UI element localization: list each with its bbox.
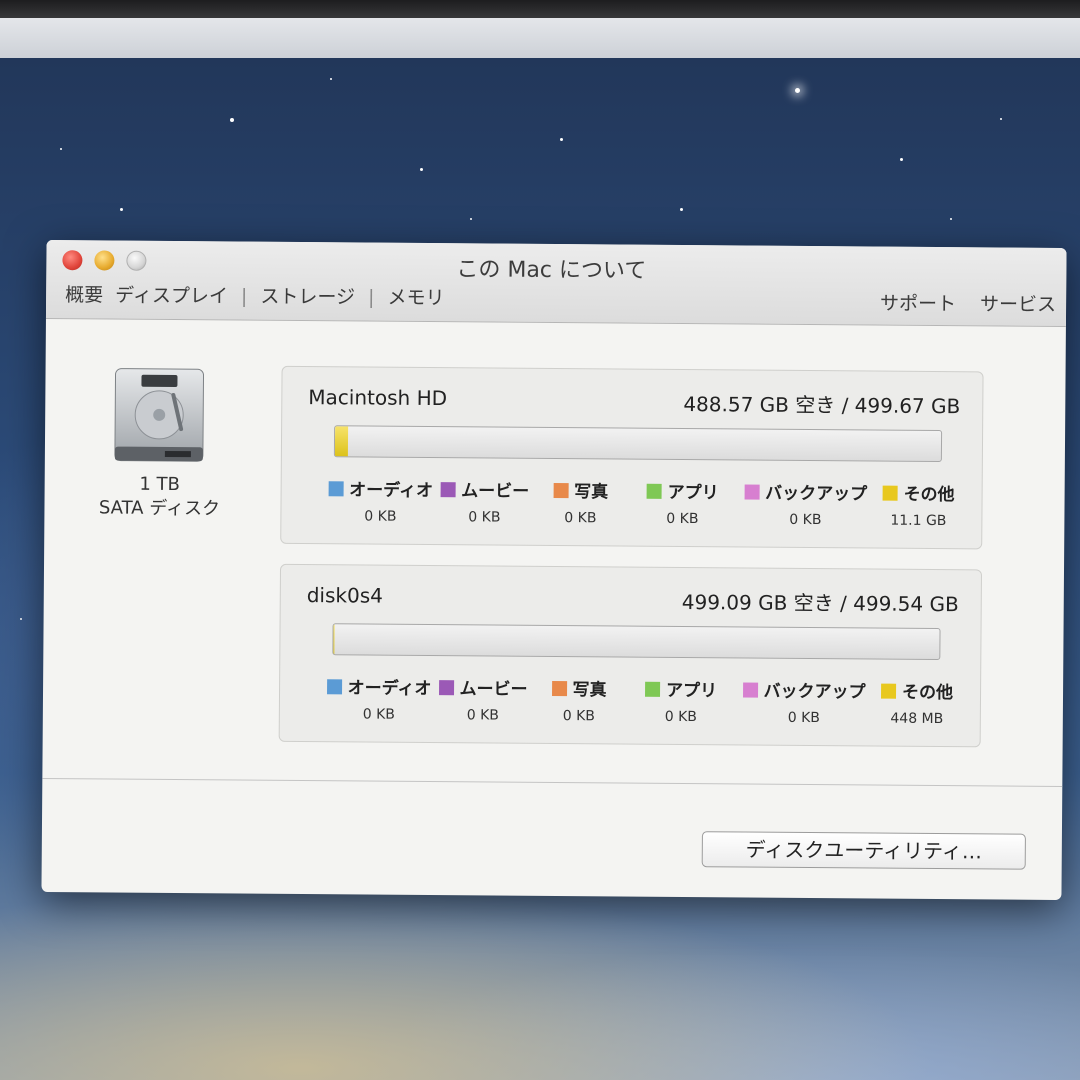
star <box>120 208 123 211</box>
legend-item-other: その他 448 MB <box>862 677 972 727</box>
legend-value: 0 KB <box>466 707 499 724</box>
tab-separator: | <box>240 285 248 308</box>
legend-value: 11.1 GB <box>890 512 947 530</box>
legend-label: アプリ <box>667 482 719 504</box>
legend-item-backups: バックアップ 0 KB <box>740 676 868 726</box>
divider <box>42 777 1063 787</box>
star <box>950 218 952 220</box>
legend-item-photos: 写真 0 KB <box>524 675 634 725</box>
hard-drive-icon <box>114 368 205 462</box>
legend-value: 0 KB <box>664 708 697 726</box>
usage-legend: オーディオ 0 KB ムービー 0 KB 写真 0 KB アプリ 0 KB バッ… <box>325 475 965 536</box>
legend-label: ムービー <box>459 679 528 700</box>
usage-bar <box>333 425 943 463</box>
legend-value: 0 KB <box>364 508 397 525</box>
star <box>60 148 62 150</box>
star <box>795 88 800 93</box>
legend-label: バックアップ <box>763 681 866 703</box>
backups-swatch <box>742 682 758 698</box>
backups-swatch <box>744 484 760 500</box>
about-this-mac-window: この Mac について 概要 ディスプレイ | ストレージ | メモリ サポート… <box>41 240 1067 900</box>
legend-value: 0 KB <box>362 706 395 723</box>
tab-separator: | <box>367 286 375 309</box>
other-swatch <box>882 485 898 501</box>
star <box>900 158 903 161</box>
legend-value: 0 KB <box>468 509 501 526</box>
movies-swatch <box>438 680 454 696</box>
tab-memory[interactable]: メモリ <box>384 283 447 310</box>
usage-bar <box>332 623 941 661</box>
menu-bar <box>0 18 1080 59</box>
support-link[interactable]: サポート <box>880 293 956 316</box>
photos-swatch <box>551 680 567 697</box>
legend-item-audio: オーディオ 0 KB <box>324 673 434 723</box>
tab-bar: 概要 ディスプレイ | ストレージ | メモリ <box>62 280 448 310</box>
apps-swatch <box>645 681 661 697</box>
legend-label: その他 <box>901 682 954 704</box>
legend-item-apps: アプリ 0 KB <box>626 676 736 726</box>
other-swatch <box>881 683 897 699</box>
volume-name: disk0s4 <box>306 583 384 608</box>
star <box>420 168 423 171</box>
legend-label: バックアップ <box>765 483 868 505</box>
window-titlebar: この Mac について 概要 ディスプレイ | ストレージ | メモリ サポート… <box>45 240 1067 328</box>
star <box>20 618 22 620</box>
photos-swatch <box>553 482 569 499</box>
drive-capacity: 1 TB <box>139 473 181 496</box>
monitor-bezel <box>0 0 1080 20</box>
legend-item-movies: ムービー 0 KB <box>428 674 538 724</box>
disk-utility-button[interactable]: ディスクユーティリティ… <box>701 831 1026 870</box>
volume-free-space: 499.09 GB 空き / 499.54 GB <box>681 590 959 617</box>
volume-free-space: 488.57 GB 空き / 499.67 GB <box>683 392 961 419</box>
star <box>470 218 472 220</box>
legend-value: 0 KB <box>789 511 822 529</box>
legend-item-other: その他 11.1 GB <box>863 479 973 529</box>
screen: この Mac について 概要 ディスプレイ | ストレージ | メモリ サポート… <box>0 0 1080 1080</box>
service-link[interactable]: サービス <box>980 293 1056 316</box>
legend-value: 0 KB <box>787 709 820 727</box>
audio-swatch <box>326 679 342 695</box>
legend-item-photos: 写真 0 KB <box>525 477 635 527</box>
star <box>1000 118 1002 120</box>
support-links: サポート サービス <box>862 288 1056 317</box>
legend-label: オーディオ <box>349 480 434 502</box>
volume-panel: disk0s4 499.09 GB 空き / 499.54 GB オーディオ 0… <box>278 563 983 748</box>
star <box>680 208 683 211</box>
drive-type: SATA ディスク <box>98 497 221 520</box>
usage-bar-fill <box>334 426 349 457</box>
legend-label: 写真 <box>574 482 609 503</box>
legend-label: その他 <box>903 484 955 506</box>
apps-swatch <box>646 483 662 499</box>
legend-item-audio: オーディオ 0 KB <box>325 475 435 525</box>
legend-item-apps: アプリ 0 KB <box>627 478 737 528</box>
legend-label: 写真 <box>572 680 607 701</box>
legend-label: ムービー <box>461 481 530 502</box>
star <box>330 78 332 80</box>
usage-legend: オーディオ 0 KB ムービー 0 KB 写真 0 KB アプリ 0 KB バッ… <box>324 673 964 734</box>
volume-name: Macintosh HD <box>308 385 448 411</box>
tab-storage[interactable]: ストレージ <box>257 282 358 310</box>
legend-label: オーディオ <box>347 678 432 700</box>
tab-overview[interactable]: 概要 <box>62 280 106 307</box>
legend-value: 0 KB <box>564 510 597 527</box>
legend-item-backups: バックアップ 0 KB <box>741 478 869 528</box>
legend-value: 0 KB <box>562 708 595 725</box>
star <box>560 138 563 141</box>
tab-display[interactable]: ディスプレイ <box>112 281 231 309</box>
legend-value: 448 MB <box>890 710 944 728</box>
star <box>230 118 234 122</box>
volume-panel: Macintosh HD 488.57 GB 空き / 499.67 GB オー… <box>280 365 984 550</box>
audio-swatch <box>328 481 344 497</box>
usage-bar-fill <box>333 624 335 655</box>
legend-item-movies: ムービー 0 KB <box>429 476 539 526</box>
legend-label: アプリ <box>665 680 718 702</box>
movies-swatch <box>440 482 456 498</box>
legend-value: 0 KB <box>666 510 699 528</box>
drive-caption: 1 TB SATA ディスク <box>84 472 234 521</box>
